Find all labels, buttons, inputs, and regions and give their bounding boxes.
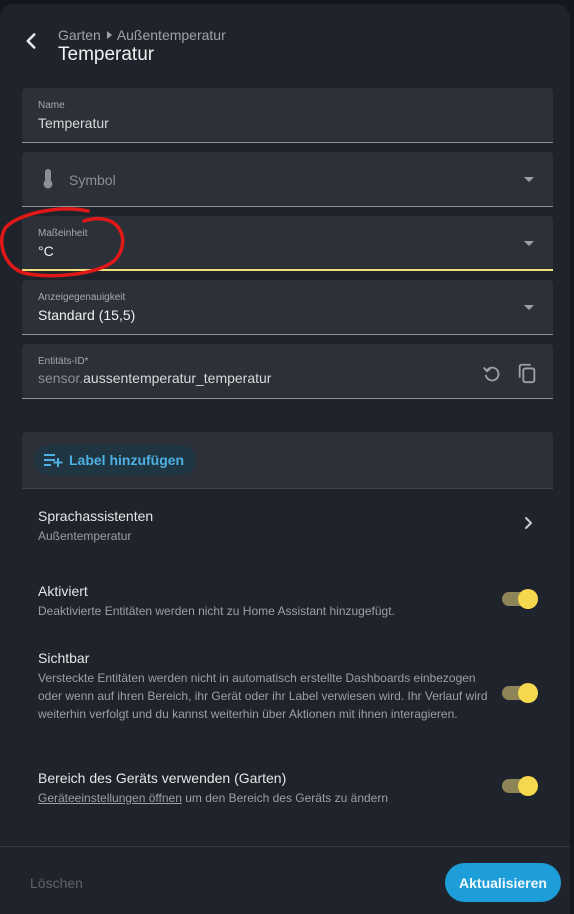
enabled-toggle[interactable]: [502, 589, 538, 609]
breadcrumb: Garten Außentemperatur: [58, 27, 226, 43]
enabled-title: Aktiviert: [38, 583, 88, 599]
toggle-knob: [518, 683, 538, 703]
breadcrumb-separator-icon: [106, 31, 112, 39]
use-device-area-title: Bereich des Geräts verwenden (Garten): [38, 770, 287, 786]
unit-select-value[interactable]: °C: [38, 243, 54, 259]
visible-title: Sichtbar: [38, 650, 90, 666]
thermometer-icon: [43, 169, 53, 189]
entity-id-object-id: aussentemperatur_temperatur: [83, 370, 272, 386]
entity-id-label: Entitäts-ID*: [38, 356, 89, 367]
use-device-area-setting: Bereich des Geräts verwenden (Garten) Ge…: [38, 769, 508, 807]
use-device-area-description-rest: um den Bereich des Geräts zu ändern: [181, 791, 389, 805]
toggle-knob: [518, 589, 538, 609]
chevron-down-icon[interactable]: [524, 177, 534, 182]
back-arrow-icon[interactable]: [18, 28, 44, 54]
chevron-down-icon[interactable]: [524, 241, 534, 246]
update-button[interactable]: Aktualisieren: [445, 863, 561, 902]
name-field-value[interactable]: Temperatur: [38, 115, 109, 131]
entity-id-value[interactable]: sensor.aussentemperatur_temperatur: [38, 370, 271, 386]
display-precision-select[interactable]: Anzeigegenauigkeit Standard (15,5): [22, 280, 553, 335]
name-field-label: Name: [38, 100, 65, 111]
delete-button[interactable]: Löschen: [30, 875, 83, 891]
add-label-button[interactable]: Label hinzufügen: [34, 445, 197, 475]
name-field[interactable]: Name Temperatur: [22, 88, 553, 143]
display-precision-label: Anzeigegenauigkeit: [38, 292, 126, 303]
visible-toggle[interactable]: [502, 683, 538, 703]
breadcrumb-device[interactable]: Außentemperatur: [117, 27, 226, 43]
labels-section: Label hinzufügen: [22, 432, 553, 489]
visible-description: Versteckte Entitäten werden nicht in aut…: [38, 671, 488, 721]
page-title: Temperatur: [58, 44, 155, 65]
footer-divider: [0, 846, 570, 847]
voice-assistants-row[interactable]: Sprachassistenten Außentemperatur: [38, 507, 508, 545]
chevron-right-icon[interactable]: [521, 515, 537, 531]
entity-id-field[interactable]: Entitäts-ID* sensor.aussentemperatur_tem…: [22, 344, 553, 399]
enabled-description: Deaktivierte Entitäten werden nicht zu H…: [38, 604, 395, 618]
symbol-placeholder: Symbol: [69, 172, 116, 188]
device-settings-link[interactable]: Geräteeinstellungen öffnen: [38, 791, 182, 805]
enabled-setting: Aktiviert Deaktivierte Entitäten werden …: [38, 582, 508, 620]
display-precision-value[interactable]: Standard (15,5): [38, 307, 135, 323]
voice-assistants-subtitle: Außentemperatur: [38, 529, 132, 543]
breadcrumb-area[interactable]: Garten: [58, 27, 101, 43]
symbol-picker[interactable]: Symbol: [22, 152, 553, 207]
unit-select-label: Maßeinheit: [38, 228, 88, 239]
chevron-down-icon[interactable]: [524, 305, 534, 310]
unit-select[interactable]: Maßeinheit °C: [22, 216, 553, 271]
visible-setting: Sichtbar Versteckte Entitäten werden nic…: [38, 649, 508, 723]
copy-icon[interactable]: [516, 362, 538, 384]
use-device-area-description: Geräteeinstellungen öffnen um den Bereic…: [38, 789, 508, 807]
toggle-knob: [518, 776, 538, 796]
add-label-text: Label hinzufügen: [69, 452, 185, 468]
use-device-area-toggle[interactable]: [502, 776, 538, 796]
entity-settings-dialog: Garten Außentemperatur Temperatur Name T…: [0, 4, 570, 914]
restore-icon[interactable]: [481, 362, 503, 384]
playlist-add-icon: [44, 454, 63, 467]
entity-id-domain-prefix: sensor.: [38, 370, 84, 386]
voice-assistants-title: Sprachassistenten: [38, 508, 154, 524]
